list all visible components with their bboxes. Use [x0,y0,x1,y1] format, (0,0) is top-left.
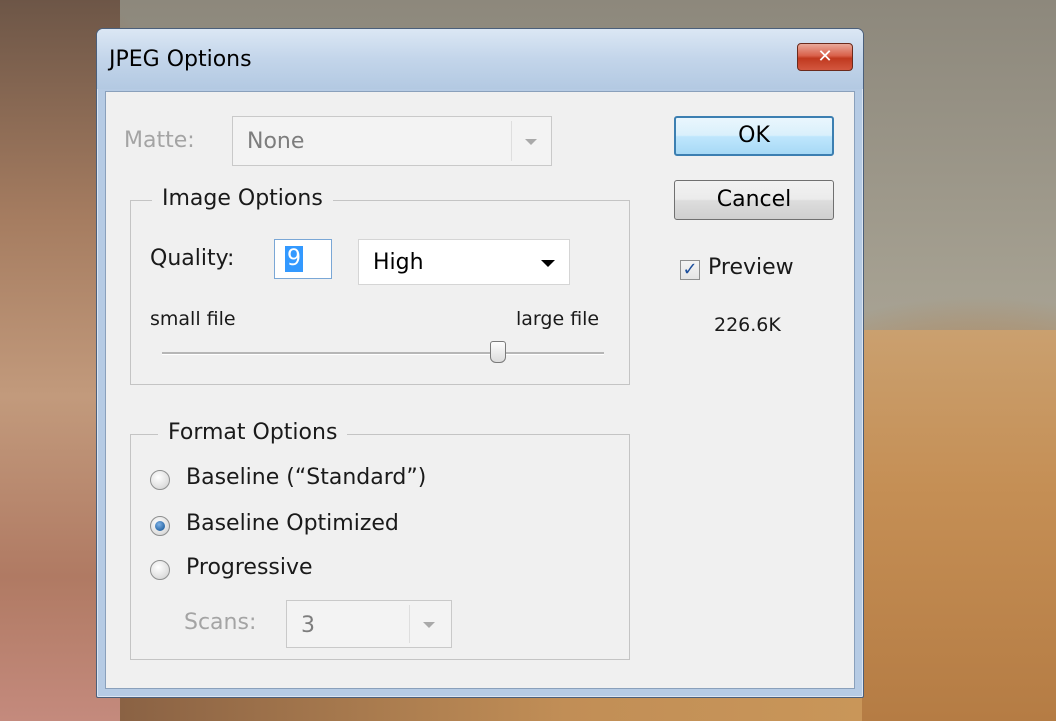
quality-value: 9 [285,246,303,272]
chevron-down-icon [525,139,537,145]
chevron-down-icon [423,622,435,628]
chevron-down-icon [541,260,555,267]
title-bar[interactable]: JPEG Options ✕ [97,29,863,89]
close-button[interactable]: ✕ [797,43,853,71]
quality-label: Quality: [150,246,235,271]
matte-value: None [247,129,305,154]
slider-min-label: small file [150,308,236,330]
scans-label: Scans: [184,610,257,635]
preview-checkbox[interactable]: ✓ [680,260,700,280]
file-size-readout: 226.6K [714,314,781,336]
scans-dropdown-divider [409,605,410,643]
image-options-group [130,200,630,385]
background-photo-fur [862,330,1056,721]
radio-label-baseline-optimized[interactable]: Baseline Optimized [186,511,399,536]
image-options-title: Image Options [152,186,333,211]
scans-value: 3 [301,613,315,638]
matte-label: Matte: [124,128,195,153]
radio-baseline-standard[interactable] [150,470,170,490]
matte-dropdown[interactable]: None [232,116,552,166]
checkmark-icon: ✓ [682,259,698,280]
preview-label[interactable]: Preview [708,255,794,280]
radio-label-baseline-standard[interactable]: Baseline (“Standard”) [186,465,426,490]
cancel-button[interactable]: Cancel [674,180,834,220]
quality-input[interactable]: 9 [274,239,332,279]
jpeg-options-dialog: JPEG Options ✕ Matte: None Image Options… [96,28,864,698]
format-options-title: Format Options [158,420,348,445]
dialog-client-area: Matte: None Image Options Quality: 9 Hig… [105,91,855,689]
scans-dropdown[interactable]: 3 [286,600,452,648]
window-title: JPEG Options [109,47,252,72]
quality-slider-track[interactable] [162,352,604,355]
slider-max-label: large file [516,308,600,330]
radio-label-progressive[interactable]: Progressive [186,555,313,580]
matte-dropdown-divider [511,121,512,161]
quality-preset-dropdown[interactable]: High [358,239,570,285]
close-icon: ✕ [817,46,833,67]
ok-button[interactable]: OK [674,116,834,156]
radio-baseline-optimized[interactable] [150,516,170,536]
quality-preset-value: High [373,250,424,275]
quality-slider-thumb[interactable] [490,341,506,363]
radio-progressive[interactable] [150,560,170,580]
